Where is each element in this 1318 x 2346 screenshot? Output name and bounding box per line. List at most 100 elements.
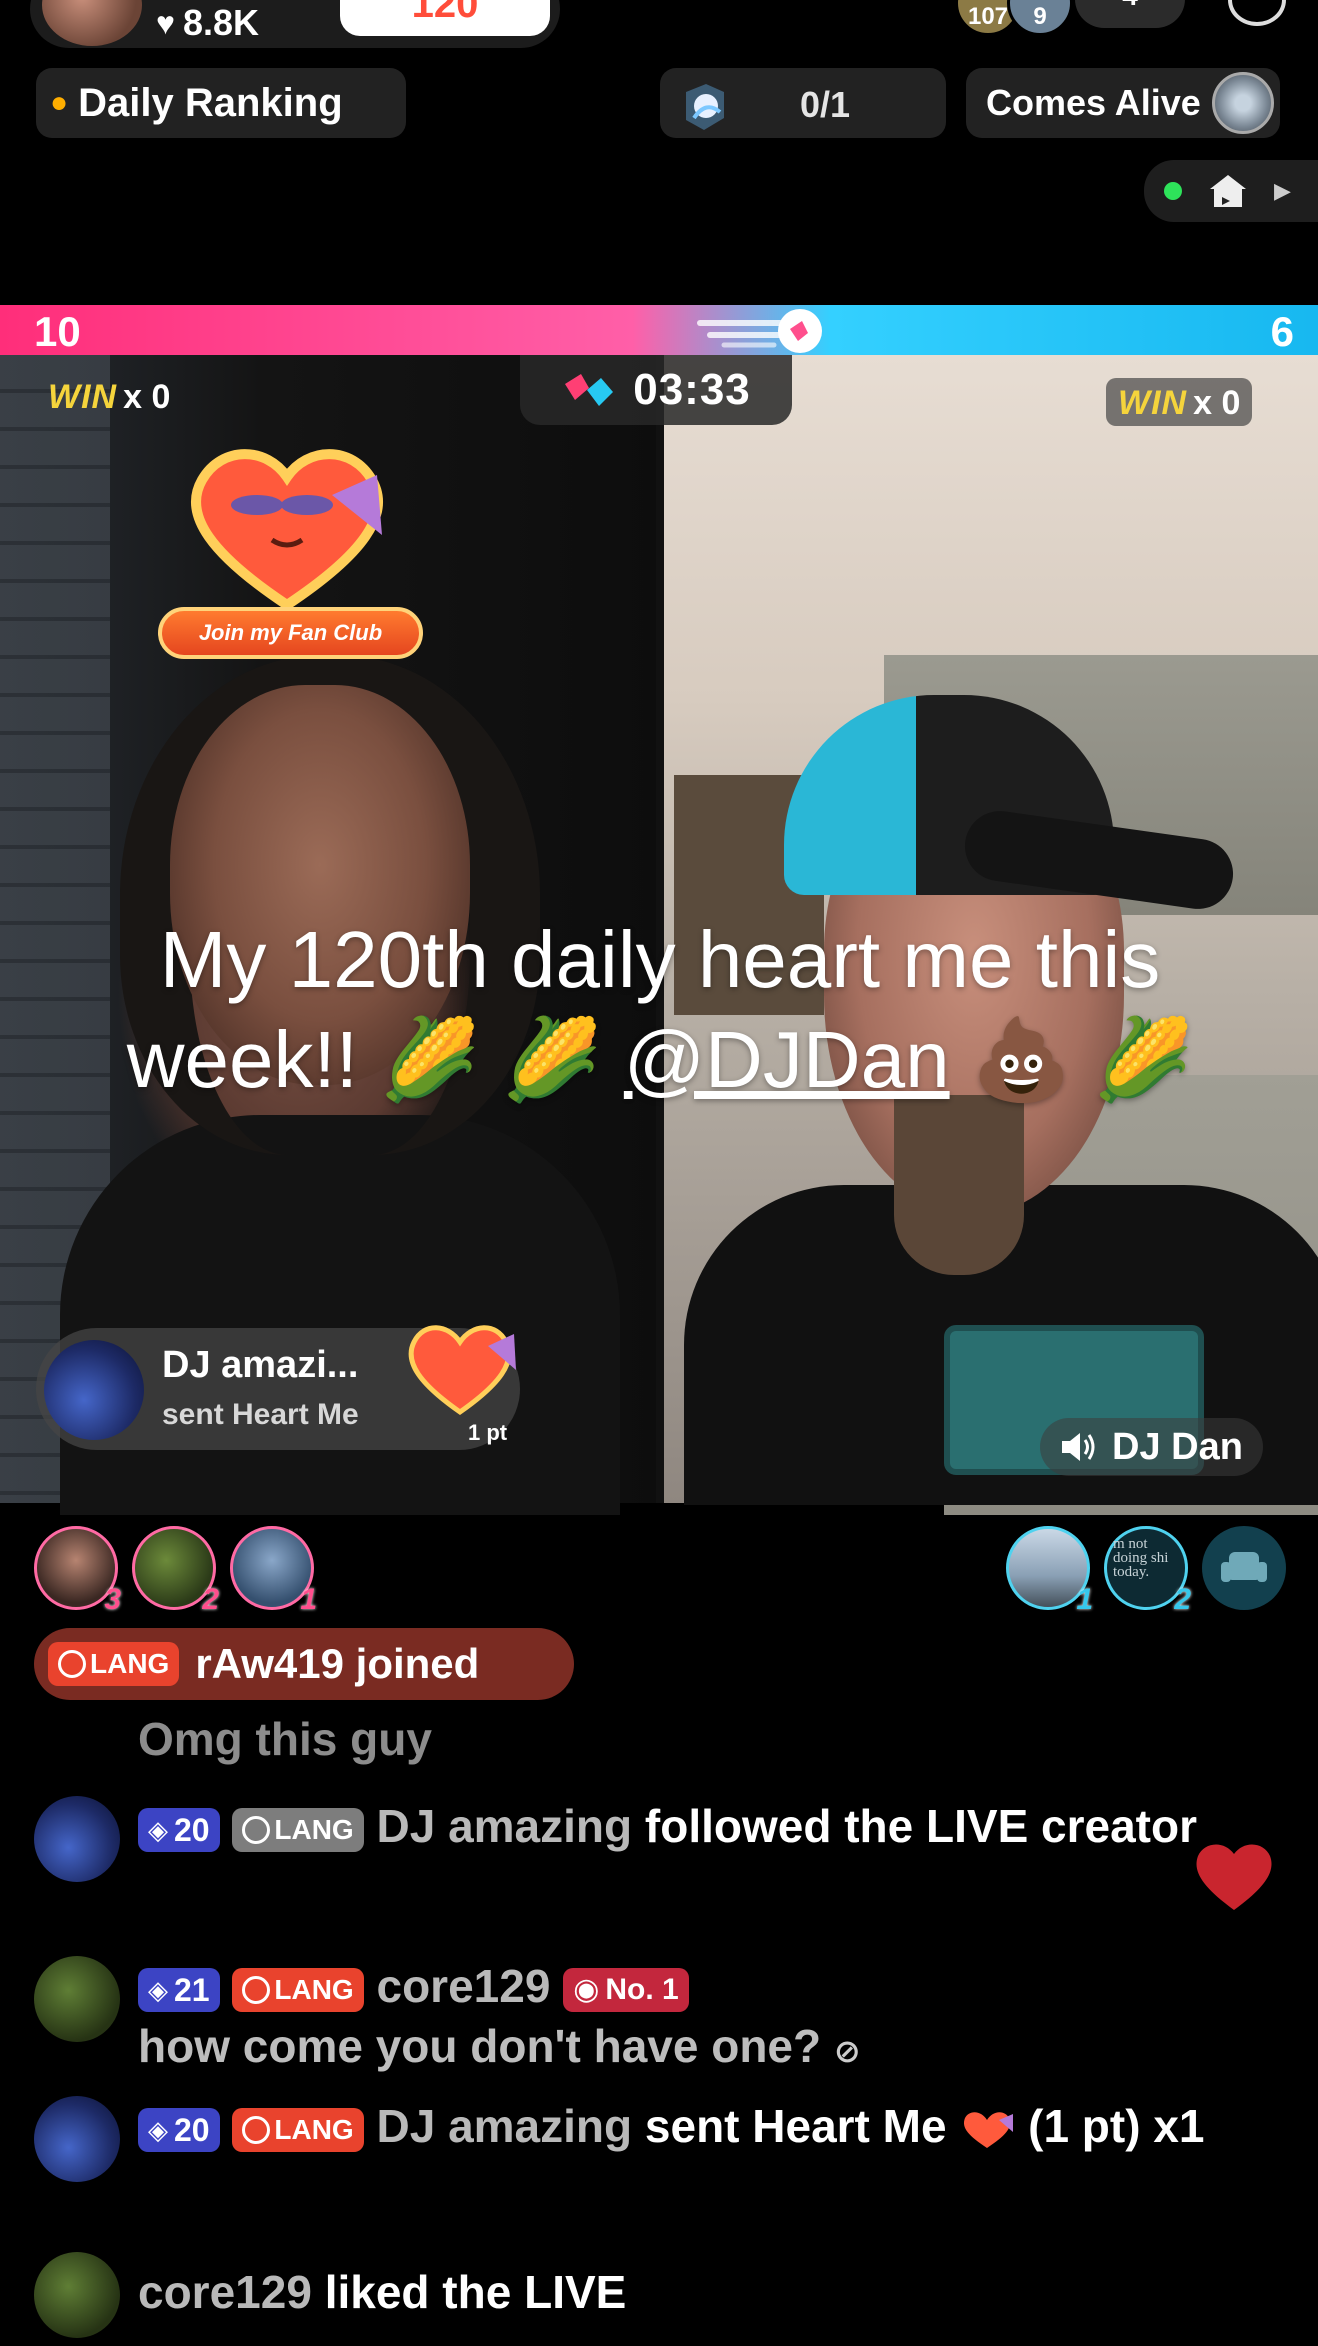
- chat-message[interactable]: ◈ 20 LANG DJ amazing sent Heart Me (1 pt)…: [34, 2096, 1294, 2182]
- diamond-icon: ◈: [148, 2114, 168, 2145]
- chat-message[interactable]: ◈ 21 LANG core129 ◉ No. 1 how come you don…: [34, 1956, 1294, 2081]
- diamond-icon: ◈: [148, 1974, 168, 2005]
- top-viewer-coin[interactable]: 9: [1007, 0, 1073, 36]
- speaker-icon: [1062, 1433, 1095, 1461]
- gift-points: 1 pt: [468, 1420, 508, 1445]
- daily-ranking-button[interactable]: ● Daily Ranking: [36, 68, 406, 138]
- diamond-icon: ◈: [148, 1814, 168, 1845]
- level-badge: ◈ 21: [138, 1967, 220, 2012]
- follow-button[interactable]: 120: [340, 0, 550, 36]
- chat-message-faded: Omg this guy: [138, 1713, 432, 1765]
- expand-arrow-icon[interactable]: ▶: [1274, 178, 1291, 204]
- empty-seat-button[interactable]: [1202, 1526, 1286, 1610]
- chat-message[interactable]: ◈ 20 LANG DJ amazing followed the LIVE cr…: [34, 1796, 1294, 1882]
- comes-alive-label: Comes Alive: [986, 82, 1201, 123]
- avatar[interactable]: [34, 1796, 120, 1882]
- supporter-avatar[interactable]: 3: [34, 1526, 121, 1616]
- quest-progress-pill[interactable]: 0/1: [660, 68, 946, 138]
- win-word: WIN: [48, 378, 118, 416]
- heart-level-icon: [58, 1650, 86, 1678]
- heart-me-gift-icon: [964, 2112, 1014, 2148]
- viewer-count-value: 4: [1122, 0, 1138, 11]
- eye-slash-icon: ⊘: [833, 2033, 861, 2069]
- avatar[interactable]: [34, 2252, 120, 2338]
- rank-badge: ◉ No. 1: [563, 1967, 689, 2012]
- chat-username[interactable]: core129: [376, 1960, 550, 2012]
- caption-line-1: My 120th daily heart me this: [159, 915, 1161, 1004]
- comes-alive-button[interactable]: Comes Alive: [966, 68, 1280, 138]
- heart-level-icon: [242, 1975, 271, 2004]
- mini-controls-bar[interactable]: ▶: [1144, 160, 1318, 222]
- viewer-count[interactable]: 4: [1075, 0, 1185, 28]
- daily-ranking-label: Daily Ranking: [78, 80, 343, 125]
- coin-value: 9: [1033, 3, 1047, 30]
- win-word: WIN: [1118, 384, 1188, 422]
- left-supporters: 3 2 1: [34, 1526, 317, 1616]
- lang-badge-label: LANG: [90, 1648, 170, 1679]
- right-supporters: 1 m not doing shi today. 2: [1006, 1526, 1286, 1616]
- heart-level-icon: [242, 2115, 271, 2144]
- caption-line-2: week!! 🌽 🌽 @DJDan 💩 🌽: [60, 1010, 1260, 1110]
- online-status-dot: [1164, 182, 1182, 200]
- supporter-avatar[interactable]: m not doing shi today. 2: [1104, 1526, 1191, 1616]
- lang-badge-label: LANG: [274, 2113, 354, 2145]
- chat-message-body: ◈ 20 LANG DJ amazing followed the LIVE cr…: [138, 1796, 1294, 1856]
- chat-text: how come you don't have one?: [138, 2020, 822, 2072]
- quest-progress-label: 0/1: [800, 84, 851, 125]
- level-value: 21: [174, 1971, 210, 2008]
- right-host-label[interactable]: DJ Dan: [1040, 1418, 1263, 1476]
- join-fan-club-button[interactable]: Join my Fan Club: [158, 607, 423, 659]
- caption-text: 💩 🌽: [949, 1015, 1194, 1104]
- join-notification: LANG rAw419 joined: [34, 1628, 574, 1700]
- win-count: x 0: [123, 378, 171, 416]
- supporter-avatar[interactable]: 1: [230, 1526, 317, 1616]
- chat-message-body: core129 liked the LIVE: [138, 2252, 1294, 2322]
- gift-sender-name: DJ amazi...: [162, 1344, 359, 1386]
- avatar: [44, 1340, 144, 1440]
- avatar[interactable]: [34, 2096, 120, 2182]
- video-figure: [894, 1095, 1024, 1275]
- chat-text: sent Heart Me: [644, 2100, 947, 2152]
- supporter-rank: 3: [104, 1583, 121, 1616]
- supporter-rank: 2: [1174, 1583, 1191, 1616]
- chat-message[interactable]: core129 liked the LIVE: [34, 2252, 1294, 2338]
- lang-badge: LANG: [232, 1807, 364, 1852]
- overlay-caption: My 120th daily heart me this week!! 🌽 🌽 …: [60, 910, 1260, 1110]
- heart-icon: ♥: [156, 4, 175, 41]
- supporter-rank: 2: [202, 1583, 219, 1616]
- top-viewers[interactable]: 107 9: [955, 0, 1073, 36]
- home-icon[interactable]: [1208, 171, 1248, 211]
- chat-text: followed the LIVE creator: [644, 1800, 1197, 1852]
- medal-icon: [1212, 72, 1274, 134]
- win-counter-left: WIN x 0: [48, 378, 170, 417]
- supporter-avatar[interactable]: 1: [1006, 1526, 1093, 1616]
- fan-club-widget[interactable]: Join my Fan Club: [158, 435, 423, 665]
- timer-value: 03:33: [633, 365, 751, 414]
- chat-text: liked the LIVE: [324, 2266, 627, 2318]
- medal-icon: ◉: [573, 1972, 600, 2006]
- chat-username[interactable]: DJ amazing: [376, 1800, 632, 1852]
- lang-badge: LANG: [232, 2107, 364, 2152]
- chat-username[interactable]: core129: [138, 2266, 312, 2318]
- level-badge: ◈ 20: [138, 2107, 220, 2152]
- lang-badge-label: LANG: [274, 1813, 354, 1845]
- likes-value: 8.8K: [183, 2, 260, 43]
- lang-badge: LANG: [48, 1642, 180, 1686]
- chat-text: (1 pt) x1: [1028, 2100, 1205, 2152]
- avatar[interactable]: [34, 1956, 120, 2042]
- battle-timer: 03:33: [520, 355, 792, 425]
- avatar-note: m not doing shi today.: [1113, 1536, 1169, 1580]
- fan-club-heart-icon: [190, 449, 384, 612]
- caption-mention[interactable]: @DJDan: [624, 1015, 950, 1104]
- lang-badge: LANG: [232, 1967, 364, 2012]
- bird-quest-icon: [686, 84, 724, 130]
- battle-score-bar: [0, 305, 1318, 355]
- win-count: x 0: [1193, 384, 1241, 422]
- coin-value: 107: [967, 3, 1009, 30]
- gift-description: sent Heart Me: [162, 1398, 359, 1431]
- floating-heart-icon: [1196, 1844, 1272, 1910]
- right-host-name: DJ Dan: [1112, 1425, 1243, 1468]
- heart-me-gift-icon: [408, 1325, 516, 1416]
- chat-username[interactable]: DJ amazing: [376, 2100, 632, 2152]
- supporter-avatar[interactable]: 2: [132, 1526, 219, 1616]
